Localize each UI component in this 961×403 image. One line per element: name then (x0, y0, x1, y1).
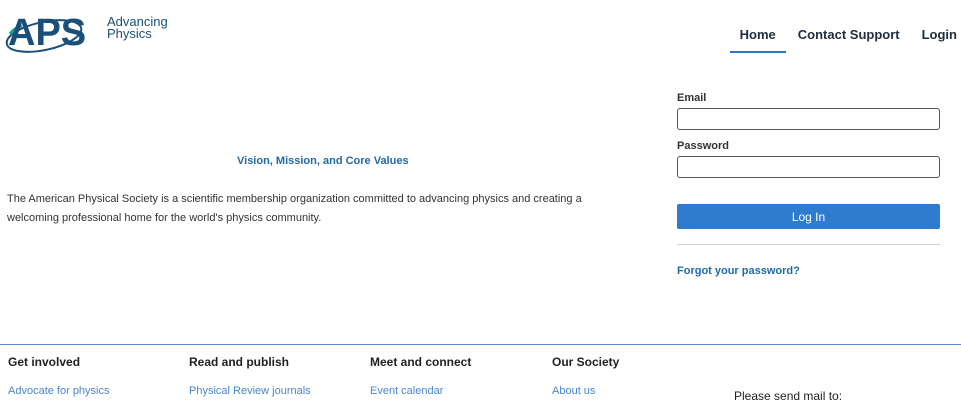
password-field[interactable] (677, 156, 940, 178)
aps-logo-mark: APS (5, 12, 86, 54)
nav-home[interactable]: Home (729, 25, 786, 53)
nav-contact-support[interactable]: Contact Support (794, 25, 904, 51)
nav-login[interactable]: Login (918, 25, 961, 51)
footer-heading: Meet and connect (370, 355, 472, 369)
footer-col-read-publish: Read and publish Physical Review journal… (189, 355, 311, 397)
vision-title[interactable]: Vision, Mission, and Core Values (237, 155, 409, 167)
login-form: Email Password Log In Forgot your passwo… (677, 92, 940, 278)
mail-text: Please send mail to: (734, 389, 843, 403)
password-label: Password (677, 140, 729, 152)
footer-link[interactable]: Physical Review journals (189, 385, 311, 397)
footer-link[interactable]: About us (552, 385, 619, 397)
aps-logo[interactable]: APS Advancing Physics (0, 4, 175, 60)
footer-heading: Get involved (8, 355, 81, 369)
logo-tagline: Advancing Physics (107, 15, 168, 41)
footer-col-get-involved: Get involved Advocate for physics (8, 355, 110, 397)
footer-divider (0, 344, 961, 345)
logo-letters: APS (8, 12, 86, 54)
footer-col-our-society: Our Society About us (552, 355, 619, 397)
form-divider (677, 244, 940, 245)
tagline-line-2: Physics (107, 26, 152, 41)
footer-heading: Our Society (552, 355, 620, 369)
login-button[interactable]: Log In (677, 204, 940, 229)
email-label: Email (677, 92, 707, 104)
footer-link[interactable]: Advocate for physics (8, 385, 110, 397)
top-nav: Home Contact Support Login (722, 25, 961, 53)
email-field[interactable] (677, 108, 940, 130)
forgot-password-link[interactable]: Forgot your password? (677, 265, 800, 277)
footer-col-meet-connect: Meet and connect Event calendar (370, 355, 471, 397)
footer-heading: Read and publish (189, 355, 290, 369)
mission-text: The American Physical Society is a scien… (7, 193, 582, 224)
footer-link[interactable]: Event calendar (370, 385, 471, 397)
